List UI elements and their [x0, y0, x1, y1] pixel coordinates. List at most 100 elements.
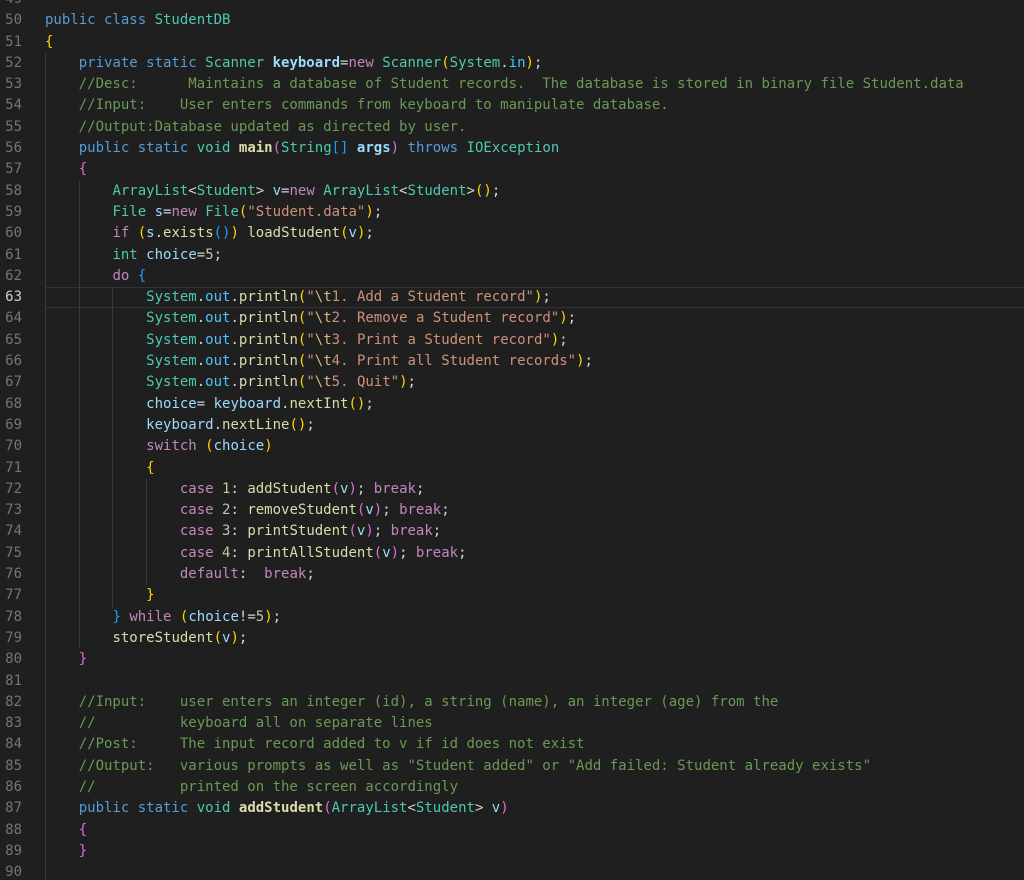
- line-number-gutter[interactable]: 61: [0, 245, 45, 266]
- code-line[interactable]: 51 {: [0, 32, 1024, 53]
- code-line[interactable]: 66 System.out.println("\t4. Print all St…: [0, 351, 1024, 373]
- line-number-gutter[interactable]: 78: [0, 607, 45, 628]
- line-number-gutter[interactable]: 88: [0, 820, 45, 841]
- line-number-gutter[interactable]: 65: [0, 330, 45, 351]
- code-line[interactable]: 59 File s=new File("Student.data");: [0, 201, 1024, 224]
- code-line[interactable]: 83 // keyboard all on separate lines: [0, 713, 1024, 735]
- line-number-gutter[interactable]: 54: [0, 95, 45, 116]
- line-number-gutter[interactable]: 70: [0, 436, 45, 457]
- line-number-gutter[interactable]: 53: [0, 74, 45, 95]
- line-number-gutter[interactable]: 71: [0, 458, 45, 479]
- code-line[interactable]: 82 //Input: user enters an integer (id),…: [0, 691, 1024, 714]
- line-number-gutter[interactable]: 90: [0, 862, 45, 880]
- code-line[interactable]: 72 case 1: addStudent(v); break;: [0, 478, 1024, 501]
- code-line-content[interactable]: {: [45, 32, 1024, 53]
- code-line-content[interactable]: //Output:Database updated as directed by…: [45, 116, 1024, 139]
- code-line[interactable]: 52 private static Scanner keyboard=new S…: [0, 52, 1024, 75]
- code-line[interactable]: 65 System.out.println("\t3. Print a Stud…: [0, 329, 1024, 352]
- line-number-gutter[interactable]: 58: [0, 181, 45, 202]
- code-line[interactable]: 77 }: [0, 585, 1024, 607]
- code-line[interactable]: 76 default: break;: [0, 564, 1024, 586]
- code-line-content[interactable]: do {: [45, 265, 1024, 288]
- code-line-content[interactable]: }: [45, 840, 1024, 863]
- code-line[interactable]: 88 {: [0, 819, 1024, 841]
- code-line-content[interactable]: switch (choice): [45, 436, 1024, 458]
- code-line-content[interactable]: default: break;: [45, 564, 1024, 586]
- code-line-content[interactable]: {: [45, 819, 1024, 841]
- line-number-gutter[interactable]: 56: [0, 138, 45, 159]
- code-line-content[interactable]: if (s.exists()) loadStudent(v);: [45, 223, 1024, 245]
- code-line[interactable]: 69 keyboard.nextLine();: [0, 414, 1024, 437]
- code-line[interactable]: 54 //Input: User enters commands from ke…: [0, 95, 1024, 117]
- code-line[interactable]: 85 //Output: various prompts as well as …: [0, 755, 1024, 777]
- code-line[interactable]: 73 case 2: removeStudent(v); break;: [0, 500, 1024, 522]
- code-line-content[interactable]: System.out.println("\t3. Print a Student…: [45, 329, 1024, 352]
- code-line-content[interactable]: System.out.println("\t1. Add a Student r…: [45, 287, 1024, 309]
- line-number-gutter[interactable]: 49: [0, 0, 45, 10]
- line-number-gutter[interactable]: 60: [0, 223, 45, 244]
- code-line-content[interactable]: case 3: printStudent(v); break;: [45, 521, 1024, 543]
- code-line[interactable]: 49: [0, 0, 1024, 10]
- code-line-content[interactable]: case 2: removeStudent(v); break;: [45, 500, 1024, 522]
- line-number-gutter[interactable]: 67: [0, 372, 45, 393]
- code-line-content[interactable]: [45, 670, 1024, 692]
- code-line[interactable]: 55 //Output:Database updated as directed…: [0, 116, 1024, 139]
- code-line-content[interactable]: System.out.println("\t5. Quit");: [45, 372, 1024, 394]
- code-line[interactable]: 63 System.out.println("\t1. Add a Studen…: [0, 287, 1024, 309]
- line-number-gutter[interactable]: 81: [0, 671, 45, 692]
- code-line[interactable]: 79 storeStudent(v);: [0, 627, 1024, 650]
- code-line[interactable]: 84 //Post: The input record added to v i…: [0, 734, 1024, 756]
- code-line[interactable]: 89 }: [0, 840, 1024, 863]
- code-line-content[interactable]: public static void main(String[] args) t…: [45, 138, 1024, 160]
- code-line[interactable]: 62 do {: [0, 265, 1024, 288]
- code-line[interactable]: 80 }: [0, 649, 1024, 671]
- line-number-gutter[interactable]: 57: [0, 159, 45, 180]
- code-line-content[interactable]: private static Scanner keyboard=new Scan…: [45, 52, 1024, 75]
- code-line-content[interactable]: } while (choice!=5);: [45, 606, 1024, 628]
- code-line-content[interactable]: // printed on the screen accordingly: [45, 776, 1024, 799]
- code-line-content[interactable]: storeStudent(v);: [45, 627, 1024, 650]
- line-number-gutter[interactable]: 55: [0, 117, 45, 138]
- code-line-content[interactable]: case 1: addStudent(v); break;: [45, 478, 1024, 501]
- line-number-gutter[interactable]: 64: [0, 308, 45, 329]
- code-line[interactable]: 74 case 3: printStudent(v); break;: [0, 521, 1024, 543]
- code-line[interactable]: 78 } while (choice!=5);: [0, 606, 1024, 628]
- line-number-gutter[interactable]: 79: [0, 628, 45, 649]
- line-number-gutter[interactable]: 62: [0, 266, 45, 287]
- code-line[interactable]: 56 public static void main(String[] args…: [0, 138, 1024, 160]
- line-number-gutter[interactable]: 74: [0, 521, 45, 542]
- code-line-content[interactable]: {: [45, 457, 1024, 479]
- code-line[interactable]: 70 switch (choice): [0, 436, 1024, 458]
- line-number-gutter[interactable]: 87: [0, 798, 45, 819]
- line-number-gutter[interactable]: 52: [0, 53, 45, 74]
- code-line-content[interactable]: [45, 0, 1024, 10]
- line-number-gutter[interactable]: 50: [0, 10, 45, 31]
- code-line-content[interactable]: //Input: User enters commands from keybo…: [45, 95, 1024, 117]
- line-number-gutter[interactable]: 68: [0, 394, 45, 415]
- line-number-gutter[interactable]: 80: [0, 649, 45, 670]
- code-line-content[interactable]: [45, 862, 1024, 880]
- line-number-gutter[interactable]: 85: [0, 756, 45, 777]
- code-line[interactable]: 75 case 4: printAllStudent(v); break;: [0, 542, 1024, 565]
- line-number-gutter[interactable]: 63: [0, 287, 45, 308]
- line-number-gutter[interactable]: 83: [0, 713, 45, 734]
- line-number-gutter[interactable]: 75: [0, 543, 45, 564]
- line-number-gutter[interactable]: 89: [0, 841, 45, 862]
- code-line[interactable]: 71 {: [0, 457, 1024, 479]
- code-line[interactable]: 90: [0, 862, 1024, 880]
- code-line-content[interactable]: //Post: The input record added to v if i…: [45, 734, 1024, 756]
- code-line-content[interactable]: // keyboard all on separate lines: [45, 713, 1024, 735]
- code-line[interactable]: 68 choice= keyboard.nextInt();: [0, 393, 1024, 415]
- line-number-gutter[interactable]: 73: [0, 500, 45, 521]
- code-line[interactable]: 57 {: [0, 159, 1024, 181]
- code-line-content[interactable]: public static void addStudent(ArrayList<…: [45, 798, 1024, 820]
- code-line-content[interactable]: public class StudentDB: [45, 10, 1024, 31]
- line-number-gutter[interactable]: 76: [0, 564, 45, 585]
- code-line-content[interactable]: case 4: printAllStudent(v); break;: [45, 542, 1024, 565]
- code-line[interactable]: 58 ArrayList<Student> v=new ArrayList<St…: [0, 180, 1024, 202]
- code-line-content[interactable]: //Desc: Maintains a database of Student …: [45, 74, 1024, 96]
- line-number-gutter[interactable]: 51: [0, 32, 45, 53]
- code-line-content[interactable]: {: [45, 159, 1024, 181]
- code-line[interactable]: 67 System.out.println("\t5. Quit");: [0, 372, 1024, 394]
- line-number-gutter[interactable]: 86: [0, 777, 45, 798]
